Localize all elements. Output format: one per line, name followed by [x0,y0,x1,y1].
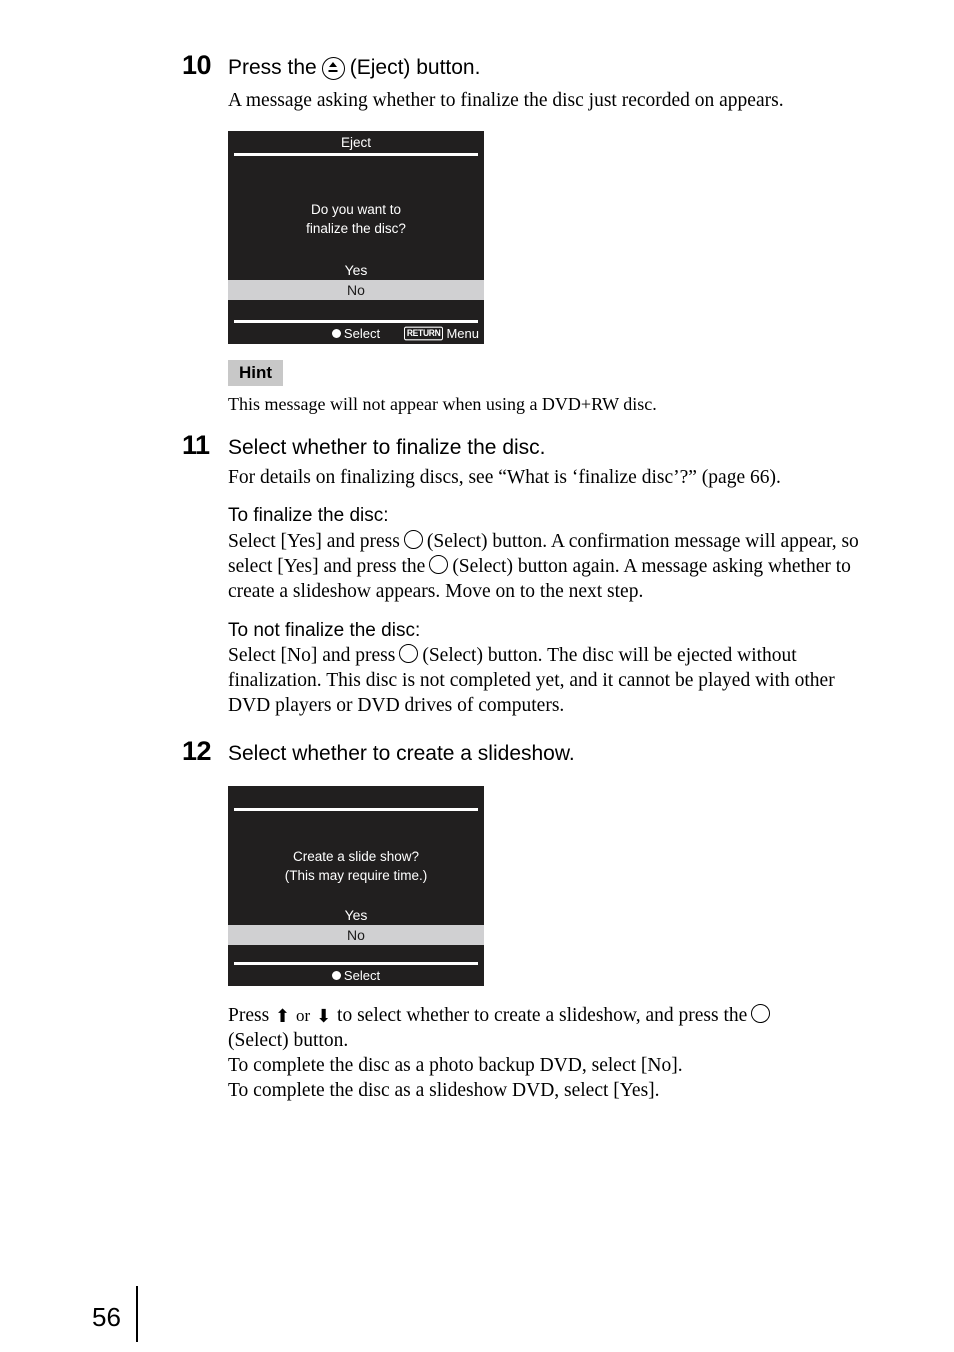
lcd-dialog-eject: Eject Do you want to finalize the disc? … [228,131,484,344]
step-10-title: Press the (Eject) button. [228,56,481,80]
step-12-closing-line-3: To complete the disc as a photo backup D… [228,1055,683,1076]
manual-page: 10 Press the (Eject) button. A message a… [0,0,954,1352]
step-12-closing-part-b: to select whether to create a slideshow,… [337,1005,748,1026]
lcd-dialog-slideshow-select-hint: Select [228,968,484,983]
select-button-icon [331,971,341,980]
step-12-closing: Press ⬆ or ⬇ to select whether to create… [228,1003,880,1103]
step-10-heading: 10 Press the (Eject) button. [182,52,882,80]
lcd-dialog-slideshow-spacer-bottom [228,945,484,962]
step-11-section-1-body-part-1: Select [Yes] and press [228,531,400,552]
lcd-dialog-slideshow-spacer [228,885,484,905]
lcd-dialog-slideshow-title [228,786,484,808]
step-10-intro: A message asking whether to finalize the… [228,90,784,111]
lcd-dialog-eject-spacer-bottom [228,300,484,320]
select-button-icon [403,530,423,549]
step-10-title-after: (Eject) button. [349,56,481,79]
lcd-dialog-eject-menu-label: Menu [446,326,479,341]
lcd-dialog-eject-body: Do you want to finalize the disc? [228,156,484,238]
step-12-closing-line-2: (Select) button. [228,1030,349,1051]
lcd-dialog-eject-message-line-1: Do you want to [310,202,402,217]
step-11-title: Select whether to finalize the disc. [228,436,546,459]
step-11: 11 Select whether to finalize the disc. [182,432,882,459]
select-button-icon [399,644,419,663]
step-12-closing-part-a: Press [228,1005,270,1026]
step-11-section-2-body: Select [No] and press (Select) button. Th… [228,643,880,718]
step-12-closing-line-4: To complete the disc as a slideshow DVD,… [228,1080,660,1101]
lcd-dialog-eject-option-no[interactable]: No [228,280,484,300]
arrow-up-icon: ⬆ [275,1006,291,1027]
select-button-icon [429,555,449,574]
hint-badge: Hint [228,360,284,386]
eject-icon [321,56,345,80]
lcd-dialog-eject-option-yes[interactable]: Yes [228,260,484,280]
lcd-dialog-slideshow-select-label: Select [343,968,381,983]
step-11-section-1-heading: To finalize the disc: [228,505,389,526]
step-11-intro: For details on finalizing discs, see “Wh… [228,467,781,488]
lcd-dialog-eject-spacer [228,238,484,260]
step-11-section-2-heading: To not finalize the disc: [228,620,421,641]
step-12-title: Select whether to create a slideshow. [228,742,575,765]
step-10: 10 Press the (Eject) button. [182,52,882,80]
hint-block: Hint [228,360,284,386]
lcd-dialog-eject-message-line-2: finalize the disc? [306,221,406,236]
step-10-number: 10 [182,50,212,80]
lcd-dialog-slideshow-option-yes[interactable]: Yes [228,905,484,925]
step-11-heading: 11 Select whether to finalize the disc. [182,432,882,459]
lcd-dialog-slideshow-body: Create a slide show? (This may require t… [228,811,484,885]
hint-text: This message will not appear when using … [228,394,657,414]
page-number: 56 [92,1302,121,1332]
lcd-dialog-slideshow-message-line-2: (This may require time.) [284,868,428,883]
step-12-number: 12 [182,736,212,766]
select-button-icon [751,1004,771,1023]
lcd-dialog-slideshow-message-line-1: Create a slide show? [292,849,420,864]
step-12-closing-or: or [296,1006,311,1025]
arrow-down-icon: ⬇ [316,1006,332,1027]
lcd-dialog-slideshow-option-no[interactable]: No [228,925,484,945]
select-button-icon [331,329,341,338]
lcd-dialog-slideshow: Create a slide show? (This may require t… [228,786,484,986]
footer-divider [136,1286,138,1342]
lcd-dialog-slideshow-footer: Select [228,965,484,986]
step-12-heading: 12 Select whether to create a slideshow. [182,738,882,765]
step-12-closing-line-1: Press ⬆ or ⬇ to select whether to create… [228,1003,880,1028]
step-12: 12 Select whether to create a slideshow. [182,738,882,765]
step-11-section-1-body: Select [Yes] and press (Select) button. A… [228,529,880,604]
lcd-dialog-eject-title: Eject [340,134,371,150]
step-10-title-before: Press the [228,56,317,79]
step-11-section-2-body-part-1: Select [No] and press [228,645,396,666]
lcd-dialog-eject-footer: Select RETURN Menu [228,323,484,344]
return-button-icon: RETURN [403,326,444,341]
lcd-dialog-eject-select-label: Select [343,326,381,341]
lcd-dialog-eject-menu-hint: RETURN Menu [403,326,479,341]
step-11-number: 11 [182,430,210,460]
